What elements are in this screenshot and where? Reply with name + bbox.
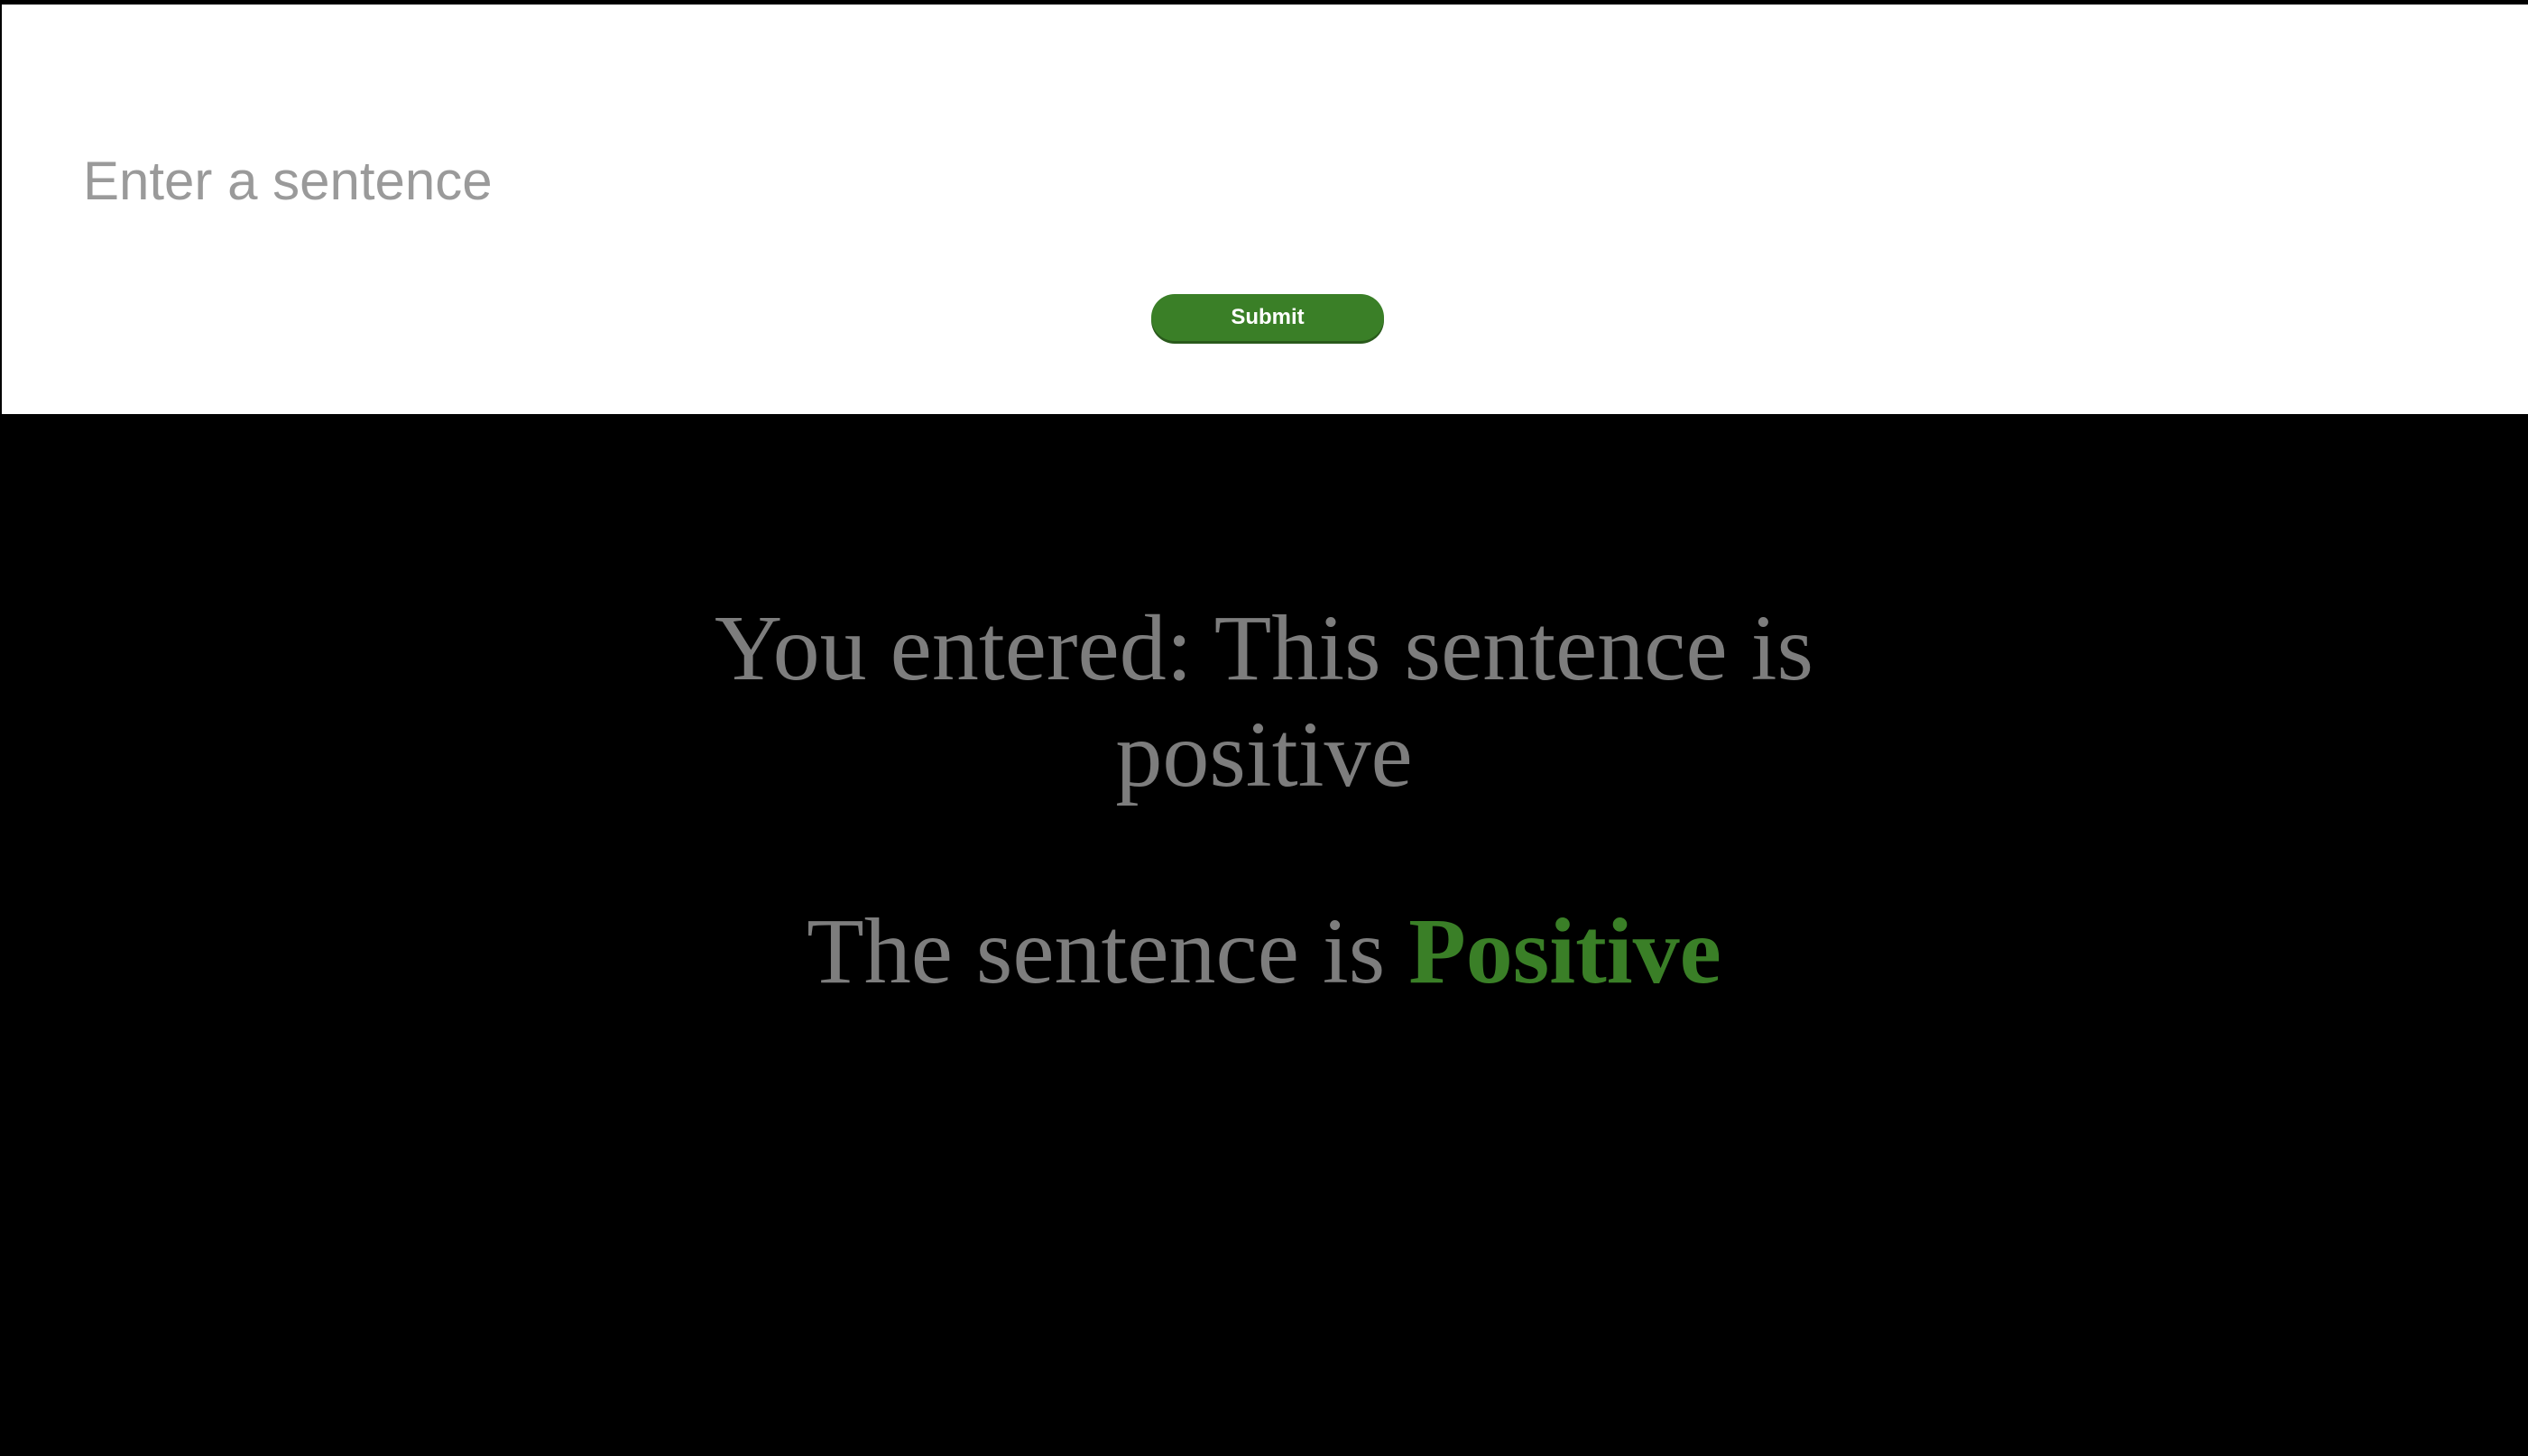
sentence-form: Submit bbox=[2, 5, 2528, 414]
entered-text: This sentence is positive bbox=[1115, 596, 1813, 806]
sentiment-label: Positive bbox=[1408, 899, 1721, 1003]
entered-prefix: You entered: bbox=[714, 596, 1193, 700]
sentiment-result-line: The sentence is Positive bbox=[0, 898, 2528, 1005]
results-section: You entered: This sentence is positive T… bbox=[0, 595, 2528, 1005]
submit-button[interactable]: Submit bbox=[1151, 294, 1384, 341]
verdict-prefix: The sentence is bbox=[807, 899, 1386, 1003]
entered-sentence-line: You entered: This sentence is positive bbox=[678, 595, 1850, 808]
sentence-input[interactable] bbox=[2, 113, 2510, 248]
